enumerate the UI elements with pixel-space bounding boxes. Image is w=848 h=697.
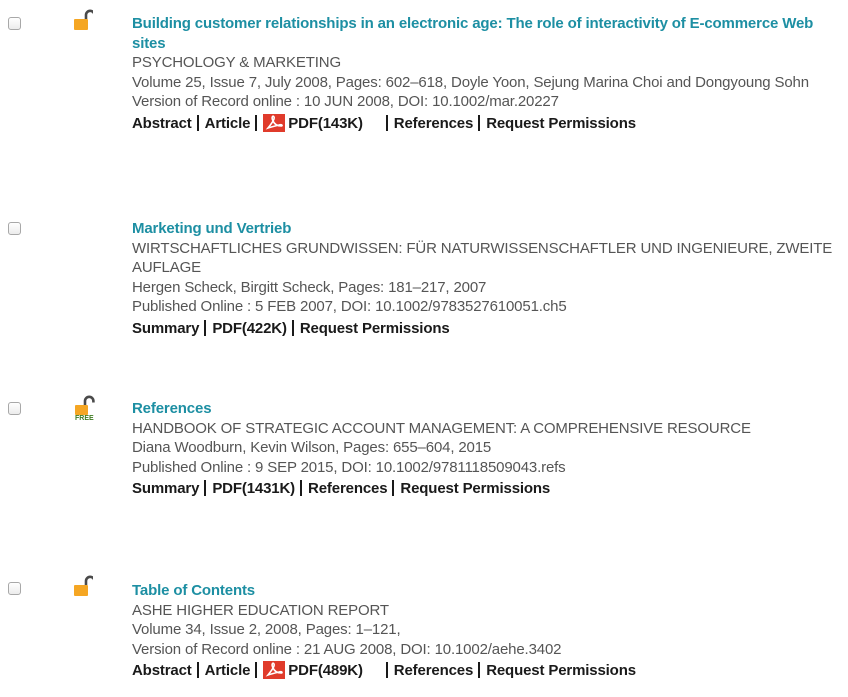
link-separator bbox=[204, 319, 207, 336]
link-separator bbox=[478, 114, 481, 131]
result-links: Abstract Article PDF(489K) References Reques… bbox=[132, 661, 844, 681]
result-details: Diana Woodburn, Kevin Wilson, Pages: 655… bbox=[132, 439, 492, 456]
references-link[interactable]: References bbox=[394, 115, 474, 132]
link-separator bbox=[300, 480, 303, 496]
select-checkbox[interactable] bbox=[8, 582, 21, 595]
result-links: Summary PDF(1431K) References Request Permi… bbox=[132, 479, 844, 499]
open-lock-icon bbox=[73, 573, 93, 599]
pdf-icon bbox=[263, 113, 286, 132]
link-separator bbox=[196, 662, 199, 678]
references-link[interactable]: References bbox=[308, 480, 388, 497]
result-title-link[interactable]: Table of Contents bbox=[132, 581, 844, 601]
pdf-link[interactable]: PDF(1431K) bbox=[212, 480, 295, 497]
link-separator bbox=[291, 319, 294, 336]
link-separator bbox=[255, 662, 258, 678]
result-source: ASHE HIGHER EDUCATION REPORT bbox=[132, 601, 389, 619]
free-label: FREE bbox=[75, 415, 94, 422]
request-permissions-link[interactable]: Request Permissions bbox=[486, 115, 636, 132]
pdf-label: PDF(489K) bbox=[288, 662, 363, 679]
link-separator bbox=[255, 114, 258, 131]
link-separator bbox=[385, 662, 388, 678]
result-links: Abstract Article PDF(143K) References Reques… bbox=[132, 113, 844, 134]
article-link[interactable]: Article bbox=[205, 662, 251, 679]
result-title-link[interactable]: References bbox=[132, 399, 844, 419]
request-permissions-link[interactable]: Request Permissions bbox=[300, 320, 450, 337]
select-checkbox[interactable] bbox=[8, 17, 21, 30]
article-link[interactable]: Article bbox=[205, 115, 251, 132]
free-lock-icon: FREE bbox=[73, 393, 95, 423]
pdf-icon bbox=[263, 661, 286, 679]
result-title-link[interactable]: Marketing und Vertrieb bbox=[132, 219, 844, 239]
result-source: PSYCHOLOGY & MARKETING bbox=[132, 54, 341, 71]
request-permissions-link[interactable]: Request Permissions bbox=[400, 480, 550, 497]
result-details: Volume 34, Issue 2, 2008, Pages: 1–121, bbox=[132, 621, 401, 638]
result-title-link[interactable]: Building customer relationships in an el… bbox=[132, 14, 844, 53]
result-published: Version of Record online : 21 AUG 2008, … bbox=[132, 640, 562, 658]
result-published: Published Online : 9 SEP 2015, DOI: 10.1… bbox=[132, 458, 566, 476]
abstract-link[interactable]: Abstract bbox=[132, 662, 192, 679]
link-separator bbox=[204, 480, 207, 496]
select-checkbox[interactable] bbox=[8, 402, 21, 415]
link-separator bbox=[196, 114, 199, 131]
summary-link[interactable]: Summary bbox=[132, 480, 199, 497]
references-link[interactable]: References bbox=[394, 662, 474, 679]
result-details: Volume 25, Issue 7, July 2008, Pages: 60… bbox=[132, 73, 809, 91]
link-separator bbox=[385, 114, 388, 131]
pdf-link[interactable]: PDF(489K) bbox=[263, 661, 363, 679]
request-permissions-link[interactable]: Request Permissions bbox=[486, 662, 636, 679]
result-source: HANDBOOK OF STRATEGIC ACCOUNT MANAGEMENT… bbox=[132, 419, 751, 437]
result-links: Summary PDF(422K) Request Permissions bbox=[132, 319, 844, 339]
result-source: WIRTSCHAFTLICHES GRUNDWISSEN: FÜR NATURW… bbox=[132, 239, 833, 277]
result-details: Hergen Scheck, Birgitt Scheck, Pages: 18… bbox=[132, 278, 487, 296]
result-published: Published Online : 5 FEB 2007, DOI: 10.1… bbox=[132, 298, 567, 315]
pdf-link[interactable]: PDF(143K) bbox=[263, 113, 363, 132]
select-checkbox[interactable] bbox=[8, 222, 21, 235]
link-separator bbox=[478, 662, 481, 678]
pdf-link[interactable]: PDF(422K) bbox=[212, 320, 287, 337]
result-published: Version of Record online : 10 JUN 2008, … bbox=[132, 93, 559, 110]
open-lock-icon bbox=[73, 7, 93, 33]
link-separator bbox=[392, 480, 395, 496]
pdf-label: PDF(143K) bbox=[288, 114, 363, 132]
summary-link[interactable]: Summary bbox=[132, 320, 199, 337]
abstract-link[interactable]: Abstract bbox=[132, 115, 192, 132]
